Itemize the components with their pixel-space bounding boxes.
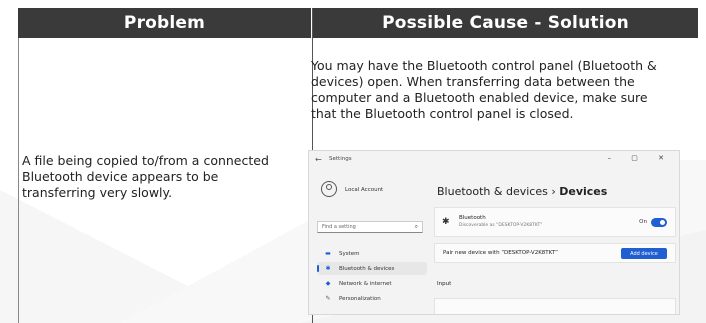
input-device-card[interactable] (434, 298, 676, 314)
chevron-right-icon: › (551, 185, 556, 198)
header-solution: Possible Cause - Solution (313, 8, 698, 38)
page-title: Bluetooth & devices › Devices (437, 185, 607, 198)
nav-item-system[interactable]: ▬ System (317, 247, 427, 260)
bluetooth-description: Discoverable as “DESKTOP-V2K8TKT” (459, 223, 543, 228)
pair-device-text: Pair new device with “DESKTOP-V2K8TKT” (443, 250, 558, 256)
nav-item-personalization[interactable]: ✎ Personalization (317, 292, 427, 305)
settings-titlebar: ← Settings – ▢ ✕ (309, 151, 679, 169)
bluetooth-card: ✱ Bluetooth Discoverable as “DESKTOP-V2K… (434, 207, 676, 237)
account-name: Local Account (345, 187, 384, 193)
add-device-button[interactable]: Add device (621, 248, 667, 259)
bluetooth-icon: ✱ (442, 217, 450, 227)
system-icon: ▬ (325, 250, 331, 257)
settings-app-title: Settings (329, 156, 352, 162)
nav-label: Network & internet (339, 280, 392, 287)
nav-label: System (339, 250, 360, 257)
network-icon: ◆ (325, 280, 331, 287)
toggle-label: On (639, 219, 647, 225)
table-left-border (18, 38, 19, 323)
back-arrow-icon[interactable]: ← (315, 155, 322, 164)
settings-screenshot: ← Settings – ▢ ✕ Local Account Find a se… (308, 150, 680, 315)
search-input[interactable]: Find a setting ⌕ (317, 221, 423, 233)
search-placeholder: Find a setting (322, 224, 356, 230)
nav-item-bluetooth-devices[interactable]: ✱ Bluetooth & devices (317, 262, 427, 275)
input-section-heading: Input (437, 281, 452, 287)
pencil-icon: ✎ (325, 295, 331, 302)
solution-text: You may have the Bluetooth control panel… (311, 58, 657, 121)
bluetooth-icon: ✱ (325, 265, 331, 272)
nav-label: Personalization (339, 295, 381, 302)
problem-text: A file being copied to/from a connected … (22, 153, 269, 200)
active-indicator (317, 265, 319, 272)
pair-device-card: Pair new device with “DESKTOP-V2K8TKT” A… (434, 243, 676, 263)
window-controls[interactable]: – ▢ ✕ (608, 154, 673, 162)
bluetooth-toggle[interactable] (651, 218, 667, 227)
avatar-icon (321, 181, 337, 197)
search-icon: ⌕ (414, 223, 418, 230)
breadcrumb-parent[interactable]: Bluetooth & devices (437, 185, 548, 198)
nav-item-network-internet[interactable]: ◆ Network & internet (317, 277, 427, 290)
breadcrumb-current: Devices (559, 185, 608, 198)
bluetooth-name: Bluetooth (459, 215, 486, 221)
nav-label: Bluetooth & devices (339, 265, 395, 272)
header-problem: Problem (18, 8, 311, 38)
